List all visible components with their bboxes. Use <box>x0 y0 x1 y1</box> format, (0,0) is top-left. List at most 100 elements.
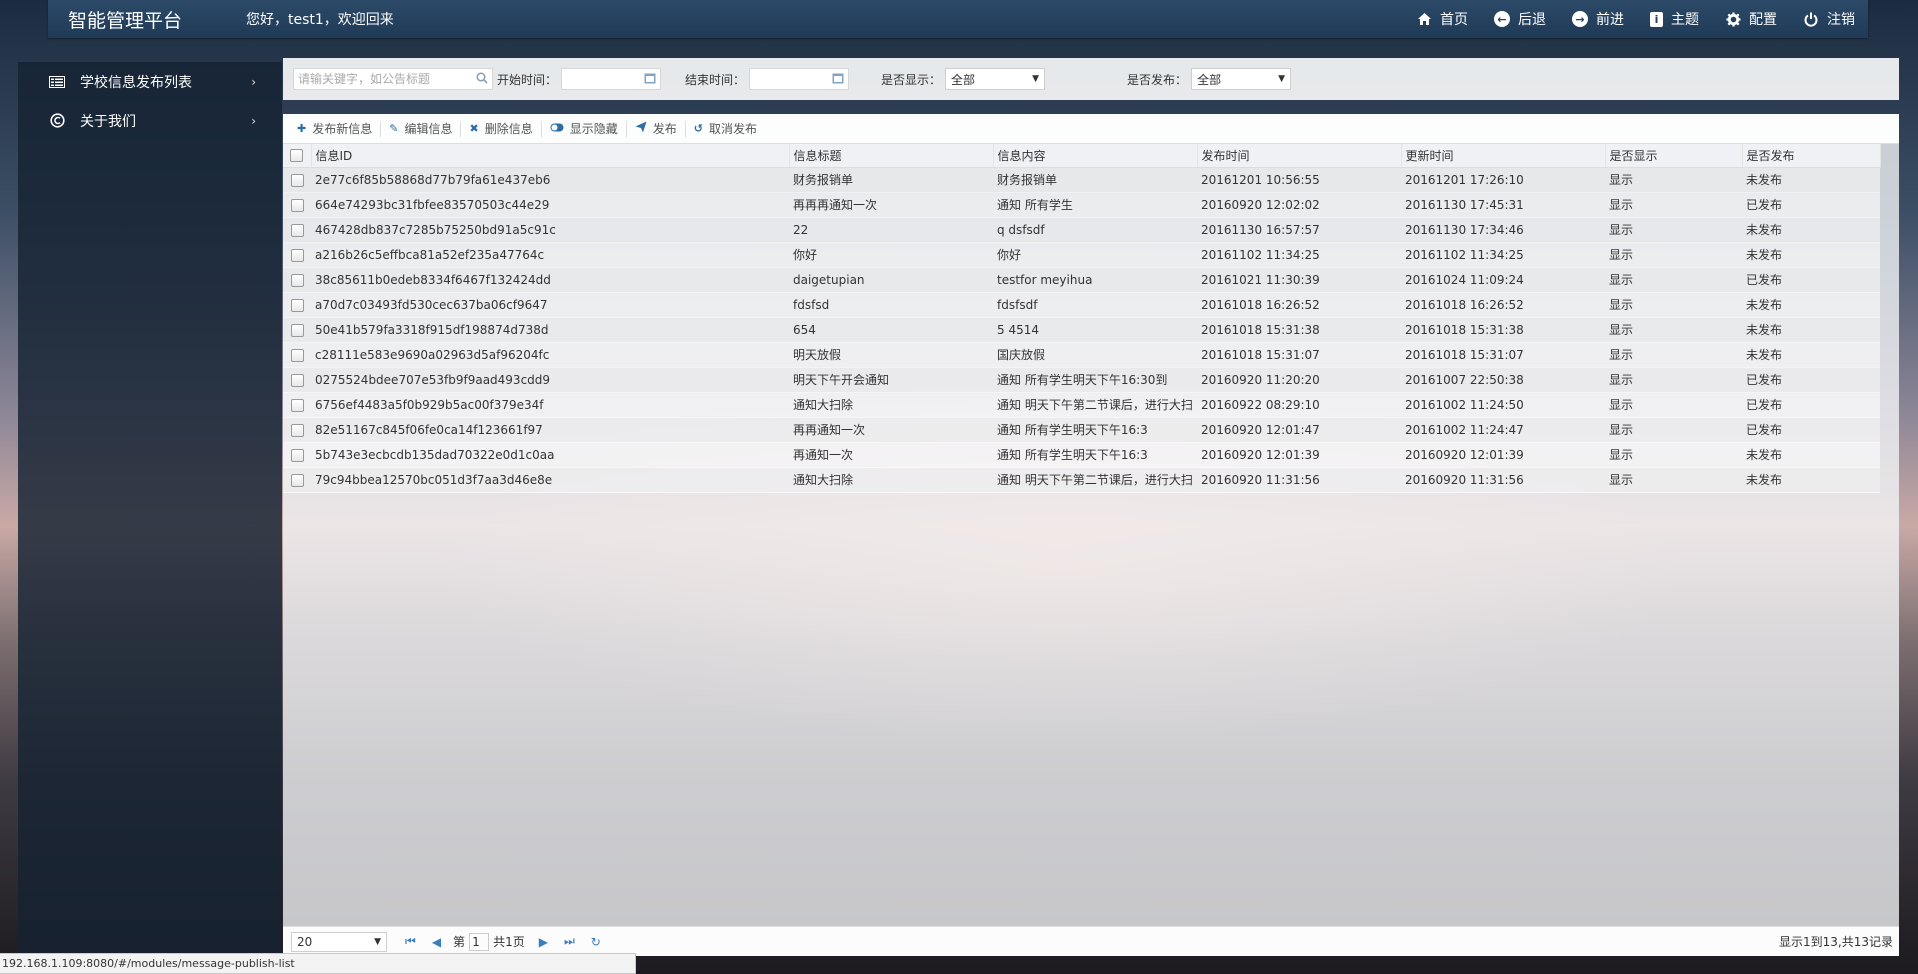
show-filter-select[interactable]: 全部 ▼ <box>945 68 1046 90</box>
unpublish-button[interactable]: ↺ 取消发布 <box>686 114 765 143</box>
table-cell: 未发布 <box>1742 217 1880 243</box>
table-cell: 5 4514 <box>993 317 1197 343</box>
row-checkbox[interactable] <box>283 267 311 293</box>
nav-back[interactable]: ← 后退 <box>1481 0 1559 38</box>
sidebar-item-publish-list[interactable]: 学校信息发布列表 › <box>18 62 282 101</box>
sidebar-item-about[interactable]: 关于我们 › <box>18 101 282 140</box>
toggle-display-button[interactable]: 显示隐藏 <box>542 114 626 143</box>
caret-down-icon: ▼ <box>1278 74 1286 84</box>
start-time-field[interactable] <box>561 68 662 90</box>
row-checkbox[interactable] <box>283 217 311 243</box>
nav-theme-label: 主题 <box>1671 12 1699 28</box>
table-cell: 显示 <box>1605 242 1742 268</box>
keyword-input[interactable] <box>294 69 492 89</box>
row-checkbox[interactable] <box>283 317 311 343</box>
search-icon[interactable] <box>476 72 488 87</box>
row-checkbox[interactable] <box>283 367 311 393</box>
table-row[interactable]: 664e74293bc31fbfee83570503c44e29 再再再通知一次通… <box>283 192 1880 218</box>
table-row[interactable]: 38c85611b0edeb8334f6467f132424dd daigetup… <box>283 267 1880 293</box>
nav-config[interactable]: 配置 <box>1712 0 1790 38</box>
table-cell: 20161130 17:45:31 <box>1401 192 1605 218</box>
nav-config-label: 配置 <box>1749 12 1777 28</box>
keyword-field <box>293 68 493 90</box>
row-checkbox[interactable] <box>283 292 311 318</box>
add-info-button[interactable]: ✚ 发布新信息 <box>289 114 380 143</box>
power-icon <box>1803 11 1819 27</box>
row-checkbox[interactable] <box>283 192 311 218</box>
row-checkbox[interactable] <box>283 442 311 468</box>
column-header[interactable]: 是否显示 <box>1605 144 1743 168</box>
next-page-icon[interactable]: ▶ <box>539 935 548 949</box>
page-number-input[interactable]: 1 <box>469 932 490 951</box>
table-row[interactable]: 6756ef4483a5f0b929b5ac00f379e34f 通知大扫除 通知 … <box>283 392 1880 418</box>
row-checkbox[interactable] <box>283 242 311 268</box>
table-cell: 20160922 08:29:10 <box>1197 392 1401 418</box>
table-row[interactable]: 82e51167c845f06fe0ca14f123661f97 再再通知一次 通知… <box>283 417 1880 443</box>
table-cell: 通知 明天下午第二节课后，进行大扫 <box>993 392 1197 418</box>
column-header[interactable]: 更新时间 <box>1401 144 1606 168</box>
table-cell: 79c94bbea12570bc051d3f7aa3d46e8e <box>311 467 789 493</box>
send-icon <box>635 121 647 136</box>
last-page-icon[interactable]: ⏭ <box>564 934 575 949</box>
calendar-icon[interactable] <box>644 72 656 87</box>
table-cell: 20161201 17:26:10 <box>1401 167 1605 193</box>
table-cell: 未发布 <box>1742 317 1880 343</box>
table-cell: 通知大扫除 <box>789 467 993 493</box>
table-row[interactable]: 0275524bdee707e53fb9f9aad493cdd9 明天下午开会通知… <box>283 367 1880 393</box>
edit-info-button[interactable]: ✎ 编辑信息 <box>381 114 460 143</box>
end-time-field[interactable] <box>749 68 850 90</box>
page-size-value: 20 <box>297 934 313 949</box>
table-cell: 你好 <box>993 242 1197 268</box>
publish-filter-select[interactable]: 全部 ▼ <box>1191 68 1292 90</box>
table-cell: 5b743e3ecbcdb135dad70322e0d1c0aa <box>311 442 789 468</box>
publish-button[interactable]: 发布 <box>627 114 685 143</box>
table-row[interactable]: 50e41b579fa3318f915df198874d738d 654 5 451… <box>283 317 1880 343</box>
toggle-icon <box>550 122 564 135</box>
row-checkbox[interactable] <box>283 342 311 368</box>
table-row[interactable]: a216b26c5effbca81a52ef235a47764c 你好 你好 2016… <box>283 242 1880 268</box>
table-row[interactable]: 2e77c6f85b58868d77b79fa61e437eb6 财务报销单 财务报… <box>283 167 1880 193</box>
column-header[interactable]: 信息标题 <box>789 144 994 168</box>
copyright-icon <box>48 113 66 128</box>
table-cell: 已发布 <box>1742 367 1880 393</box>
row-checkbox[interactable] <box>283 467 311 493</box>
calendar-icon[interactable] <box>832 72 844 87</box>
delete-info-button[interactable]: ✖ 删除信息 <box>461 114 540 143</box>
row-checkbox[interactable] <box>283 417 311 443</box>
table-row[interactable]: c28111e583e9690a02963d5af96204fc 明天放假 国庆放假… <box>283 342 1880 368</box>
table-cell: q dsfsdf <box>993 217 1197 243</box>
table-cell: 22 <box>789 217 993 243</box>
nav-logout[interactable]: 注销 <box>1790 0 1868 38</box>
refresh-icon[interactable]: ↻ <box>591 935 601 949</box>
table-cell: 未发布 <box>1742 242 1880 268</box>
column-header[interactable]: 信息ID <box>311 144 790 168</box>
first-page-icon[interactable]: ⏮ <box>405 934 416 949</box>
table-cell: 通知 所有学生明天下午16:30到 <box>993 367 1197 393</box>
select-all-checkbox[interactable] <box>283 144 312 168</box>
row-checkbox[interactable] <box>283 392 311 418</box>
sidebar-item-label: 关于我们 <box>80 113 136 130</box>
table-row[interactable]: 5b743e3ecbcdb135dad70322e0d1c0aa 再通知一次 通知 … <box>283 442 1880 468</box>
table-cell: 20160920 12:01:39 <box>1197 442 1401 468</box>
prev-page-icon[interactable]: ◀ <box>432 935 441 949</box>
table-cell: 通知大扫除 <box>789 392 993 418</box>
table-row[interactable]: 79c94bbea12570bc051d3f7aa3d46e8e 通知大扫除 通知 … <box>283 467 1880 493</box>
column-header[interactable]: 发布时间 <box>1197 144 1402 168</box>
browser-status-bar: 192.168.1.109:8080/#/modules/message-pub… <box>0 953 636 974</box>
theme-icon: i <box>1650 11 1663 27</box>
nav-home[interactable]: 首页 <box>1403 0 1481 38</box>
page-size-select[interactable]: 20 ▼ <box>291 931 387 952</box>
nav-forward[interactable]: → 前进 <box>1559 0 1637 38</box>
column-header[interactable]: 信息内容 <box>993 144 1198 168</box>
table-cell: 显示 <box>1605 417 1742 443</box>
table-row[interactable]: 467428db837c7285b75250bd91a5c91c 22 q dsfs… <box>283 217 1880 243</box>
caret-down-icon: ▼ <box>374 936 381 947</box>
table-cell: 20161002 11:24:50 <box>1401 392 1605 418</box>
row-checkbox[interactable] <box>283 167 311 193</box>
nav-theme[interactable]: i 主题 <box>1637 0 1712 38</box>
table-row[interactable]: a70d7c03493fd530cec637ba06cf9647 fdsfsd fd… <box>283 292 1880 318</box>
publish-label: 发布 <box>652 122 677 136</box>
table-cell: 20161018 15:31:38 <box>1401 317 1605 343</box>
column-header[interactable]: 是否发布 <box>1742 144 1881 168</box>
show-filter-label: 是否显示： <box>881 72 942 87</box>
